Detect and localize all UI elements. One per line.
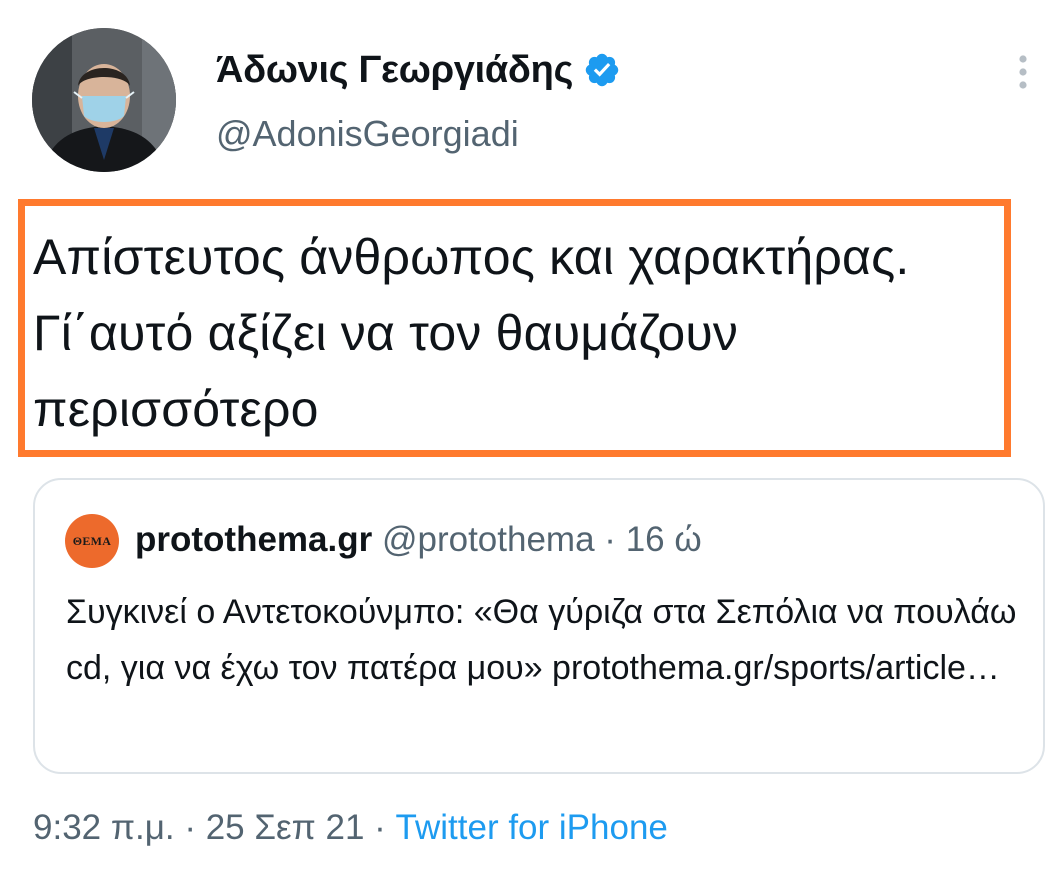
quoted-tweet-text: Συγκινεί ο Αντετοκούνμπο: «Θα γύριζα στα… — [66, 593, 1017, 687]
quoted-tweet-card[interactable]: ΘΕΜΑ protothema.gr @protothema · 16 ώ Συ… — [33, 478, 1045, 774]
quoted-account-name: protothema.gr — [135, 520, 373, 559]
quoted-tweet-header: protothema.gr @protothema · 16 ώ — [135, 518, 702, 562]
avatar[interactable] — [32, 28, 176, 172]
quoted-account-handle: @protothema — [381, 520, 595, 559]
quoted-separator: · — [604, 520, 616, 559]
tweet-source-link[interactable]: Twitter for iPhone — [396, 808, 668, 847]
tweet-date[interactable]: 25 Σεπ 21 — [206, 808, 365, 847]
timestamp-separator: · — [364, 808, 396, 847]
verified-badge-icon — [583, 51, 621, 89]
more-options-icon[interactable] — [1008, 50, 1038, 94]
tweet-timestamp: 9:32 π.μ. · 25 Σεπ 21 · Twitter for iPho… — [33, 806, 668, 850]
protothema-logo: ΘΕΜΑ — [65, 514, 119, 568]
user-handle[interactable]: @AdonisGeorgiadi — [216, 112, 519, 156]
tweet-text: Απίστευτος άνθρωπος και χαρακτήρας. Γί΄α… — [33, 229, 910, 437]
timestamp-separator: · — [174, 808, 206, 847]
display-name[interactable]: Άδωνις Γεωργιάδης — [216, 46, 621, 94]
tweet-time[interactable]: 9:32 π.μ. — [33, 808, 175, 847]
display-name-text: Άδωνις Γεωργιάδης — [216, 49, 574, 91]
quoted-tweet-age: 16 ώ — [625, 520, 702, 559]
